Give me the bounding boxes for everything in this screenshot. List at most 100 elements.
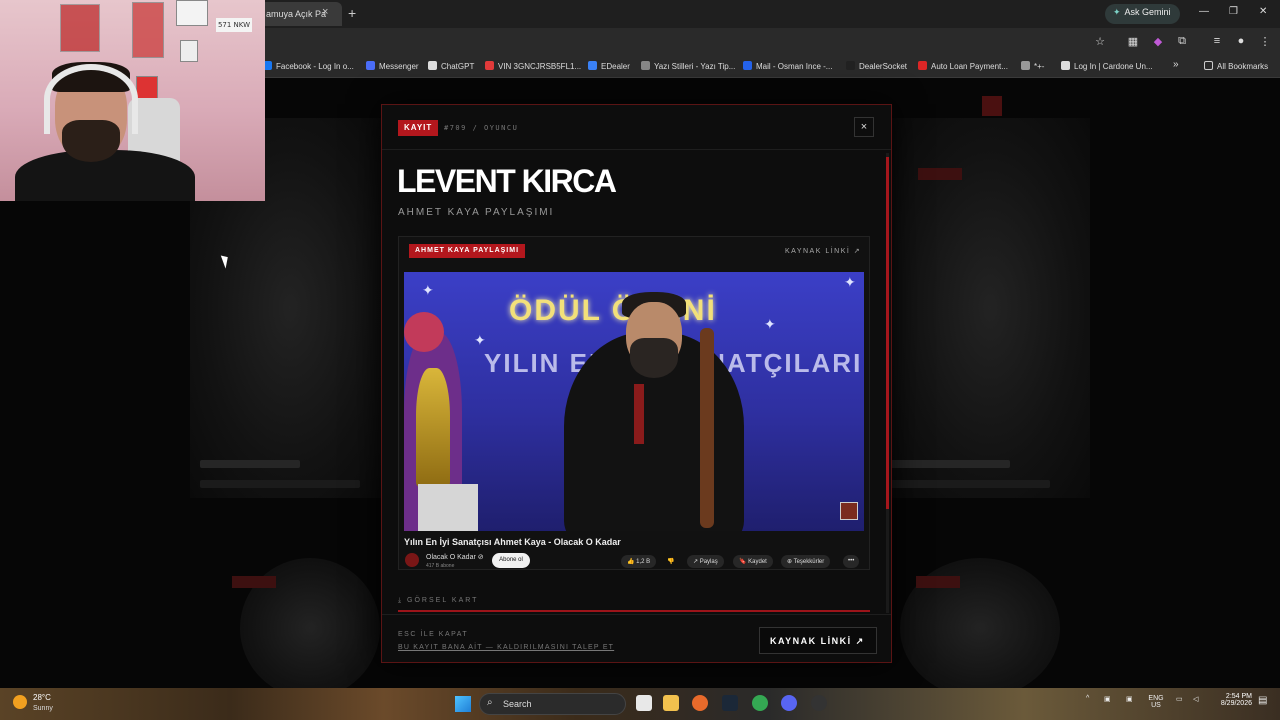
video-title[interactable]: Yılın En İyi Sanatçısı Ahmet Kaya - Olac… [404,537,621,547]
chrome-icon[interactable] [752,695,768,711]
bookmark-favicon-icon [743,61,752,70]
bookmark-item[interactable]: DealerSocket [846,61,907,71]
channel-name[interactable]: Olacak O Kadar ⊘ [426,553,484,561]
bookmark-item[interactable]: Yazı Stilleri - Yazı Tip... [641,61,735,71]
taskbar-search-box[interactable] [479,693,626,715]
discord-icon[interactable] [781,695,797,711]
bg-text [890,460,1010,468]
menu-kebab-icon[interactable]: ⋮ [1258,35,1272,49]
all-bookmarks-label: All Bookmarks [1217,62,1269,71]
bookmark-item[interactable]: Messenger [366,61,419,71]
bookmark-favicon-icon [846,61,855,70]
weather-temperature[interactable]: 28°C [33,693,51,702]
search-icon: ⌕ [487,697,493,708]
record-badge: KAYIT [398,120,439,136]
bookmark-favicon-icon [428,61,437,70]
new-tab-icon[interactable]: + [348,5,356,21]
wall-poster [60,4,100,52]
bookmark-label: DealerSocket [859,62,908,71]
maximize-icon[interactable]: ❐ [1229,6,1238,17]
record-meta: #709 / OYUNCU [444,124,519,132]
headset [44,64,138,134]
profile-icon[interactable]: ● [1234,35,1248,49]
more-actions-button[interactable]: ••• [843,555,860,568]
modal-scrollbar-thumb[interactable] [886,157,889,509]
embed-badge: AHMET KAYA PAYLAŞIMI [409,244,526,258]
bookmark-item[interactable]: Mail - Osman Ince -... [743,61,832,71]
record-subtitle: AHMET KAYA PAYLAŞIMI [398,207,555,218]
folder-icon [1204,61,1213,70]
language-indicator[interactable]: ENG US [1146,695,1166,709]
task-view-icon[interactable] [636,695,652,711]
bg-badge [232,576,276,588]
minimize-icon[interactable]: — [1199,6,1209,17]
bookmark-star-icon[interactable]: ☆ [1093,35,1107,49]
tray-chevron-icon[interactable]: ^ [1086,695,1089,702]
bookmark-item[interactable]: Log In | Cardone Un... [1061,61,1153,71]
bg-text [890,480,1050,488]
modal-close-button[interactable]: × [854,117,874,137]
subscribe-button[interactable]: Abone ol [492,553,530,568]
clock-date: 8/29/2026 [1220,700,1252,707]
window-close-icon[interactable]: ✕ [1259,6,1267,17]
all-bookmarks-link[interactable]: All Bookmarks [1204,61,1268,71]
bookmark-item[interactable]: *+- [1021,61,1044,71]
video-player[interactable]: ✦ ✦ ✦ ✦ ÖDÜL ÖRENİ YILIN EN İYİ SANATÇIL… [404,272,864,531]
network-icon[interactable]: ▭ [1176,695,1183,703]
bookmark-item[interactable]: ChatGPT [428,61,474,71]
embed-source-link[interactable]: KAYNAK LİNKİ ↗ [785,247,861,255]
tab-title: amuya Açık Pa [266,9,327,19]
bookmark-label: Auto Loan Payment... [931,62,1008,71]
video-inset-photo [418,484,478,531]
language-code: ENG [1148,695,1164,702]
bg-badge [918,168,962,180]
share-button[interactable]: ↗ Paylaş [687,555,724,568]
dislike-button[interactable]: 👎 [661,555,680,568]
bookmark-item[interactable]: EDealer [588,61,630,71]
steam-icon[interactable] [722,695,738,711]
wall-tag: 571 NKW [216,18,252,32]
file-explorer-icon[interactable] [663,695,679,711]
claim-record-link[interactable]: BU KAYIT BANA AİT — KALDIRILMASINI TALEP… [398,644,614,651]
bookmark-item[interactable]: VIN 3GNCJRSB5FL1... [485,61,581,71]
channel-subscribers: 417 B abone [426,563,455,569]
obs-icon[interactable] [811,695,827,711]
clock-time: 2:54 PM [1225,693,1252,700]
like-button[interactable]: 👍 1,2 B [621,555,657,568]
weather-condition: Sunny [33,705,53,712]
bookmarks-more-icon[interactable]: » [1173,59,1179,70]
bookmark-item[interactable]: Auto Loan Payment... [918,61,1008,71]
volume-icon[interactable]: ◁ [1193,695,1198,703]
bookmark-favicon-icon [588,61,597,70]
bookmark-favicon-icon [1061,61,1070,70]
bookmark-item[interactable]: Facebook - Log In o... [263,61,354,71]
puzzle-icon[interactable]: ⧉ [1175,35,1189,49]
tab-search-icon[interactable]: ≡ [1210,35,1224,49]
keyboard-region: US [1151,702,1161,709]
thanks-button[interactable]: ⊕ Teşekkürler [781,555,831,568]
browser-tab[interactable]: amuya Açık Pa [260,2,342,26]
star-icon: ✦ [764,316,776,332]
firefox-icon[interactable] [692,695,708,711]
gemini-sparkle-icon: ✦ [1113,7,1121,17]
tray-app-icon[interactable]: ▣ [1104,695,1111,703]
video-woman-hair [404,312,444,352]
notification-icon[interactable]: ▤ [1258,695,1267,706]
extension-icon[interactable]: ◆ [1151,35,1165,49]
ask-gemini-button[interactable]: ✦ Ask Gemini [1105,4,1180,24]
weather-sun-icon[interactable] [13,695,27,709]
save-button[interactable]: 🔖 Kaydet [733,555,773,568]
bookmark-label: Log In | Cardone Un... [1074,62,1153,71]
esc-hint: ESC İLE KAPAT [398,631,469,638]
taskbar-clock[interactable]: 2:54 PM 8/29/2026 [1214,693,1252,707]
qr-icon[interactable]: ▦ [1126,35,1140,49]
windows-start-icon[interactable] [455,696,471,712]
bg-text [200,460,300,468]
tray-app-icon[interactable]: ▣ [1126,695,1133,703]
channel-avatar[interactable] [405,553,419,567]
source-link-button[interactable]: KAYNAK LİNKİ ↗ [759,627,877,654]
video-performer-beard [630,338,678,378]
webcam-overlay: 571 NKW [0,0,265,201]
tab-close-icon[interactable]: × [322,6,328,18]
visual-card-link[interactable]: ⤓ GÖRSEL KART [398,597,478,605]
